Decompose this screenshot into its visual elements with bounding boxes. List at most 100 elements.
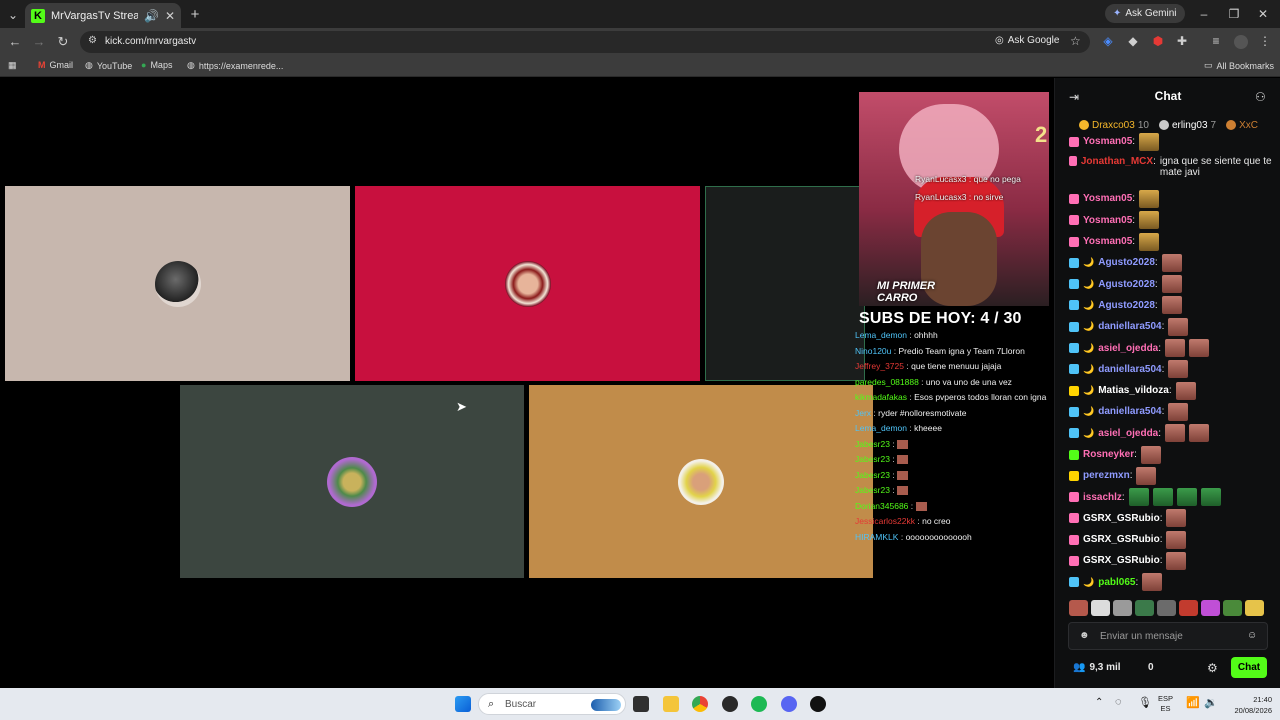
task-view-icon[interactable]	[633, 696, 649, 712]
quick-emote[interactable]	[1157, 600, 1176, 616]
app-icon[interactable]	[810, 696, 826, 712]
quick-emote[interactable]	[1135, 600, 1154, 616]
chat-username[interactable]: issachlz	[1083, 492, 1122, 503]
send-chat-button[interactable]: Chat	[1231, 657, 1267, 678]
chat-emote	[1175, 381, 1196, 400]
chat-username[interactable]: asiel_ojedda	[1098, 343, 1158, 354]
chat-username[interactable]: Agusto2028	[1098, 257, 1155, 268]
spotify-icon[interactable]	[751, 696, 767, 712]
chat-username[interactable]: Yosman05	[1083, 136, 1132, 147]
chat-username[interactable]: daniellara504	[1098, 364, 1161, 375]
chat-emote	[1165, 424, 1186, 443]
tab-search-icon[interactable]: ⌄	[6, 8, 20, 22]
bookmark-maps[interactable]: ● Maps	[141, 60, 172, 70]
bookmarks-bar: ▦ M Gmail ◍ YouTube ● Maps ◍ https://examenr…	[0, 56, 1280, 77]
wifi-icon[interactable]: 📶	[1186, 696, 1200, 709]
tab-active[interactable]: K MrVargasTv Stream - Watch 🔊 ✕	[25, 3, 181, 28]
chat-username[interactable]: Rosneyker	[1083, 449, 1134, 460]
overlay-chat-user: HIRAMKLK	[855, 531, 899, 542]
tray-overflow-icon[interactable]: ⌃	[1095, 697, 1103, 708]
top-gifter[interactable]: erling03 7	[1158, 118, 1216, 132]
chat-input[interactable]: ☻ Enviar un mensaje ☺	[1068, 622, 1268, 650]
chat-username[interactable]: pabl065	[1098, 577, 1135, 588]
reload-icon[interactable]: ↻	[56, 34, 70, 50]
minimize-icon[interactable]: –	[1198, 7, 1210, 21]
chat-username[interactable]: GSRX_GSRubio	[1083, 513, 1160, 524]
chat-username[interactable]: Agusto2028	[1098, 279, 1155, 290]
chat-username[interactable]: asiel_ojedda	[1098, 428, 1158, 439]
forward-icon[interactable]: →	[32, 34, 46, 49]
speaker-icon[interactable]: 🔊	[144, 9, 159, 23]
top-gifter[interactable]: Draxco03 10	[1079, 118, 1149, 132]
all-bookmarks[interactable]: ▭ All Bookmarks	[1204, 60, 1274, 71]
apps-grid-icon[interactable]: ▦	[8, 60, 17, 71]
overlay-chat-message: Dorian345686 :	[855, 499, 1051, 515]
chat-badge-icon	[1069, 513, 1079, 524]
chat-username[interactable]: GSRX_GSRubio	[1083, 555, 1160, 566]
chat-settings-icon[interactable]: ⚙	[1207, 661, 1218, 675]
emote-picker-left-icon[interactable]: ☻	[1079, 630, 1090, 641]
chrome-icon[interactable]	[692, 696, 708, 712]
overlay-chat-text: Predio Team igna y Team 7Lloron	[898, 345, 1025, 356]
quick-emote[interactable]	[1179, 600, 1198, 616]
new-tab-icon[interactable]: +	[188, 6, 202, 23]
top-gifters-bar: Draxco03 10 erling03 7 XxC	[1079, 118, 1279, 132]
file-explorer-icon[interactable]	[663, 696, 679, 712]
chat-username[interactable]: GSRX_GSRubio	[1083, 534, 1160, 545]
chat-username[interactable]: daniellara504	[1098, 406, 1161, 417]
bookmark-gmail[interactable]: M Gmail	[38, 60, 73, 70]
bookmark-star-icon[interactable]: ☆	[1070, 34, 1081, 48]
chat-emote	[1166, 509, 1187, 528]
chat-username[interactable]: perezmxn	[1083, 470, 1130, 481]
microphone-icon[interactable]: 🎙	[1138, 696, 1152, 709]
extension-icon[interactable]: ◆	[1127, 34, 1139, 48]
cam-label: MI PRIMER CARRO	[877, 280, 936, 304]
back-icon[interactable]: ←	[8, 34, 22, 49]
profile-avatar[interactable]	[1234, 35, 1248, 49]
quick-emote[interactable]	[1069, 600, 1088, 616]
stream-player[interactable]: ➤ RyanLucasx3 : que no pega RyanLucasx3 …	[0, 78, 1054, 688]
chat-emote	[1139, 132, 1160, 151]
chat-username[interactable]: Yosman05	[1083, 215, 1132, 226]
quick-emote[interactable]	[1223, 600, 1242, 616]
chat-username[interactable]: Matias_vildoza	[1098, 385, 1169, 396]
chat-username[interactable]: Yosman05	[1083, 193, 1132, 204]
chat-username[interactable]: daniellara504	[1098, 321, 1161, 332]
windows-start-icon[interactable]	[455, 696, 471, 712]
address-bar[interactable]: ⚙ kick.com/mrvargastv ◎ Ask Google ☆	[80, 31, 1090, 53]
emoji-icon[interactable]: ☺	[1247, 630, 1257, 641]
ask-google-button[interactable]: ◎ Ask Google	[995, 35, 1059, 46]
chat-username[interactable]: Jonathan_MCX	[1081, 156, 1153, 167]
quick-emote[interactable]	[1091, 600, 1110, 616]
window-close-icon[interactable]: ✕	[1257, 7, 1269, 21]
ask-gemini-button[interactable]: ✦ Ask Gemini	[1105, 4, 1185, 23]
site-info-icon[interactable]: ⚙	[88, 35, 97, 46]
clock[interactable]: 21:40 20/08/2026	[1222, 694, 1272, 716]
quick-emote[interactable]	[1113, 600, 1132, 616]
volume-icon[interactable]: 🔉	[1204, 696, 1218, 709]
chat-emote	[1139, 232, 1160, 251]
app-icon[interactable]	[722, 696, 738, 712]
chat-username[interactable]: Yosman05	[1083, 236, 1132, 247]
chrome-menu-icon[interactable]: ⋮	[1259, 34, 1271, 48]
extensions-puzzle-icon[interactable]: ✚	[1176, 34, 1188, 48]
restore-icon[interactable]: ❐	[1228, 7, 1240, 21]
ask-google-label: Ask Google	[1007, 35, 1060, 46]
language-indicator[interactable]: ESP ES	[1158, 694, 1173, 714]
quick-emote[interactable]	[1201, 600, 1220, 616]
top-gifter[interactable]: XxC	[1226, 118, 1261, 132]
bookmark-youtube[interactable]: ◍ YouTube	[85, 60, 132, 71]
discord-icon[interactable]	[781, 696, 797, 712]
media-control-icon[interactable]: ≡	[1210, 34, 1222, 48]
quick-emote[interactable]	[1245, 600, 1264, 616]
adblock-extension-icon[interactable]: ⬢	[1152, 34, 1164, 48]
tray-app-icon[interactable]: ◌	[1115, 696, 1122, 708]
translate-extension-icon[interactable]: ◈	[1102, 34, 1114, 48]
tab-close-icon[interactable]: ✕	[165, 9, 175, 23]
overlay-chat-emote	[897, 439, 909, 449]
chat-users-icon[interactable]: ⚇	[1255, 90, 1266, 104]
bookmark-examenredes[interactable]: ◍ https://examenrede...	[187, 60, 283, 71]
call-tile-5	[529, 385, 873, 578]
taskbar-search[interactable]: ⌕ Buscar	[478, 693, 626, 715]
chat-username[interactable]: Agusto2028	[1098, 300, 1155, 311]
